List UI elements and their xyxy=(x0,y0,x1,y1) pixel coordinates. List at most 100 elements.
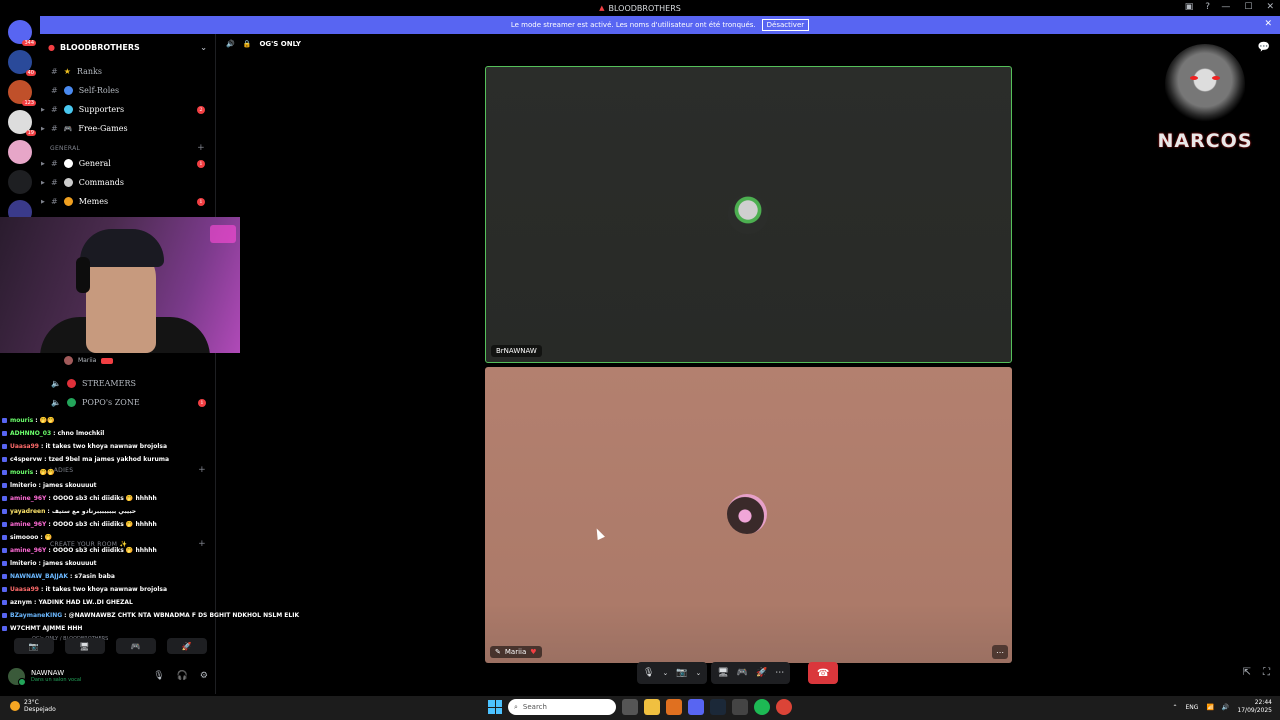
chat-username: yayadreen xyxy=(10,508,46,515)
close-window-button[interactable]: ✕ xyxy=(1266,2,1274,12)
inbox-icon[interactable]: ▣ xyxy=(1185,2,1194,12)
channel-commands[interactable]: ▶ # Commands xyxy=(40,173,215,192)
channel-ranks[interactable]: # ★ Ranks xyxy=(40,62,215,81)
badge-icon xyxy=(2,574,7,579)
voice-member-name: Mariia xyxy=(78,357,97,364)
steam-icon[interactable] xyxy=(710,699,726,715)
camera-button[interactable]: 📷 xyxy=(13,638,54,654)
spotify-icon[interactable] xyxy=(754,699,770,715)
hash-icon: # xyxy=(51,159,58,168)
chat-bubble-icon[interactable]: 💬 xyxy=(1258,42,1270,53)
maximize-button[interactable]: ☐ xyxy=(1244,2,1252,12)
streamer-webcam-overlay xyxy=(0,217,240,353)
participant-nametag: BrNAWNAW xyxy=(491,345,542,357)
channel-memes[interactable]: ▶ # Memes 1 xyxy=(40,192,215,211)
badge-icon xyxy=(2,522,7,527)
close-banner-icon[interactable]: ✕ xyxy=(1264,19,1272,29)
guild-header[interactable]: ● BLOODBROTHERS ⌄ xyxy=(40,34,215,60)
chat-username: amine_96Y xyxy=(10,521,47,528)
task-view-icon[interactable] xyxy=(622,699,638,715)
chevron-down-icon[interactable]: ⌄ xyxy=(696,669,702,677)
time: 22:44 xyxy=(1254,699,1272,706)
badge-icon xyxy=(2,496,7,501)
server-icon[interactable]: 40 xyxy=(8,50,36,76)
settings-app-icon[interactable] xyxy=(732,699,748,715)
call-controls: 🎙 ⌄ 📷 ⌄ 🖥 🎮 🚀 ⋯ ☎ xyxy=(637,662,839,684)
app-icon[interactable] xyxy=(666,699,682,715)
screen-share-button[interactable]: 🖥 xyxy=(64,638,105,654)
wolf-eye xyxy=(1212,76,1220,80)
neon-sign xyxy=(210,225,236,243)
language-indicator[interactable]: ENG xyxy=(1186,704,1199,711)
narcos-wolf-logo: NARCOS xyxy=(1150,40,1260,158)
chevron-right-icon: ▶ xyxy=(41,179,45,186)
user-avatar[interactable] xyxy=(8,667,26,686)
server-icon[interactable]: 19 xyxy=(8,110,36,136)
user-panel: NAWNAW Dans un salon vocal 🎙 🎧 ⚙ xyxy=(8,664,208,688)
chevron-up-icon[interactable]: ⌃ xyxy=(1172,704,1177,711)
popout-icon[interactable]: ⇱ xyxy=(1243,667,1251,678)
mention-badge: 1 xyxy=(197,197,205,206)
camera-off-icon[interactable]: 📷 xyxy=(676,668,687,678)
server-folder-icon[interactable] xyxy=(8,170,32,194)
help-icon[interactable]: ? xyxy=(1205,2,1210,12)
chat-username: lmiterio xyxy=(10,482,37,489)
discord-icon[interactable] xyxy=(688,699,704,715)
participant-tile[interactable]: ✎ Mariia ♥ ⋯ xyxy=(485,367,1012,663)
minimize-button[interactable]: — xyxy=(1221,2,1230,12)
date: 17/09/2025 xyxy=(1237,707,1272,714)
activity-button[interactable]: 🎮 xyxy=(115,638,156,654)
headphones-icon[interactable]: 🎧 xyxy=(177,671,188,681)
voice-member-row[interactable]: Mariia ㅤㅤ xyxy=(64,356,113,365)
microphone-icon[interactable]: 🎙 xyxy=(153,671,164,681)
wifi-icon[interactable]: 📶 xyxy=(1206,704,1213,711)
discord-app-icon: ▲ xyxy=(599,4,605,12)
gear-icon[interactable]: ⚙ xyxy=(200,671,208,681)
logo-text: NARCOS xyxy=(1157,130,1253,152)
search-placeholder: Search xyxy=(522,703,547,711)
windows-start-icon[interactable] xyxy=(488,700,502,714)
activity-icon[interactable]: 🎮 xyxy=(737,668,748,678)
chat-message: mouris: 🤭🤭 xyxy=(2,466,322,479)
voice-channel-popos-zone[interactable]: 🔈 POPO's ZONE 1 xyxy=(40,393,216,412)
voice-channel-streamers[interactable]: 🔈 STREAMERS xyxy=(40,374,216,393)
chat-text: : tzed 9bel ma james yakhod kuruma xyxy=(44,456,170,463)
chevron-down-icon[interactable]: ⌄ xyxy=(662,669,668,677)
more-icon[interactable]: ⋯ xyxy=(775,668,784,678)
channel-general[interactable]: ▶ # General 1 xyxy=(40,154,215,173)
channel-supporters[interactable]: ▶ # Supporters 2 xyxy=(40,100,215,119)
clock[interactable]: 22:44 17/09/2025 xyxy=(1237,699,1272,715)
file-explorer-icon[interactable] xyxy=(644,699,660,715)
user-info[interactable]: NAWNAW Dans un salon vocal xyxy=(31,669,81,683)
server-icon[interactable]: 123 xyxy=(8,80,36,106)
badge-icon xyxy=(2,483,7,488)
soundboard-button[interactable]: 🚀 xyxy=(166,638,207,654)
chat-message: ADHNNO_03: chno lmochkil xyxy=(2,427,322,440)
chat-username: c4spervw xyxy=(10,456,43,463)
home-server-icon[interactable]: 344 xyxy=(8,20,36,46)
screen-share-icon[interactable]: 🖥 xyxy=(717,668,728,678)
more-options-icon[interactable]: ⋯ xyxy=(992,645,1008,659)
chrome-icon[interactable] xyxy=(776,699,792,715)
disable-streamer-mode-button[interactable]: Désactiver xyxy=(761,19,810,31)
badge-icon xyxy=(2,457,7,462)
microphone-icon[interactable]: 🎙 xyxy=(643,668,654,678)
channel-self-roles[interactable]: # Self-Roles xyxy=(40,81,215,100)
soundboard-icon[interactable]: 🚀 xyxy=(756,668,767,678)
server-icon[interactable] xyxy=(8,140,32,164)
channel-label: Memes xyxy=(78,197,109,206)
channel-free-games[interactable]: ▶ # 🎮 Free-Games xyxy=(40,119,215,138)
add-channel-icon[interactable]: + xyxy=(197,143,205,153)
chat-message: simoooo: 🤭 xyxy=(2,531,322,544)
participant-tile[interactable]: BrNAWNAW xyxy=(485,66,1012,363)
streamer-mode-banner: Le mode streamer est activé. Les noms d'… xyxy=(40,16,1280,34)
disconnect-button[interactable]: ☎ xyxy=(808,662,839,684)
fullscreen-icon[interactable]: ⛶ xyxy=(1263,667,1270,678)
volume-icon[interactable]: 🔊 xyxy=(1222,704,1229,711)
weather-widget[interactable]: 23°C Despejado xyxy=(10,699,56,713)
badge-icon xyxy=(2,444,7,449)
category-general[interactable]: GENERAL + xyxy=(40,142,215,154)
taskbar-search[interactable]: ⌕ Search xyxy=(508,699,616,715)
chat-text: : chno lmochkil xyxy=(53,430,105,437)
chat-text: : 🤭🤭 xyxy=(35,469,55,476)
